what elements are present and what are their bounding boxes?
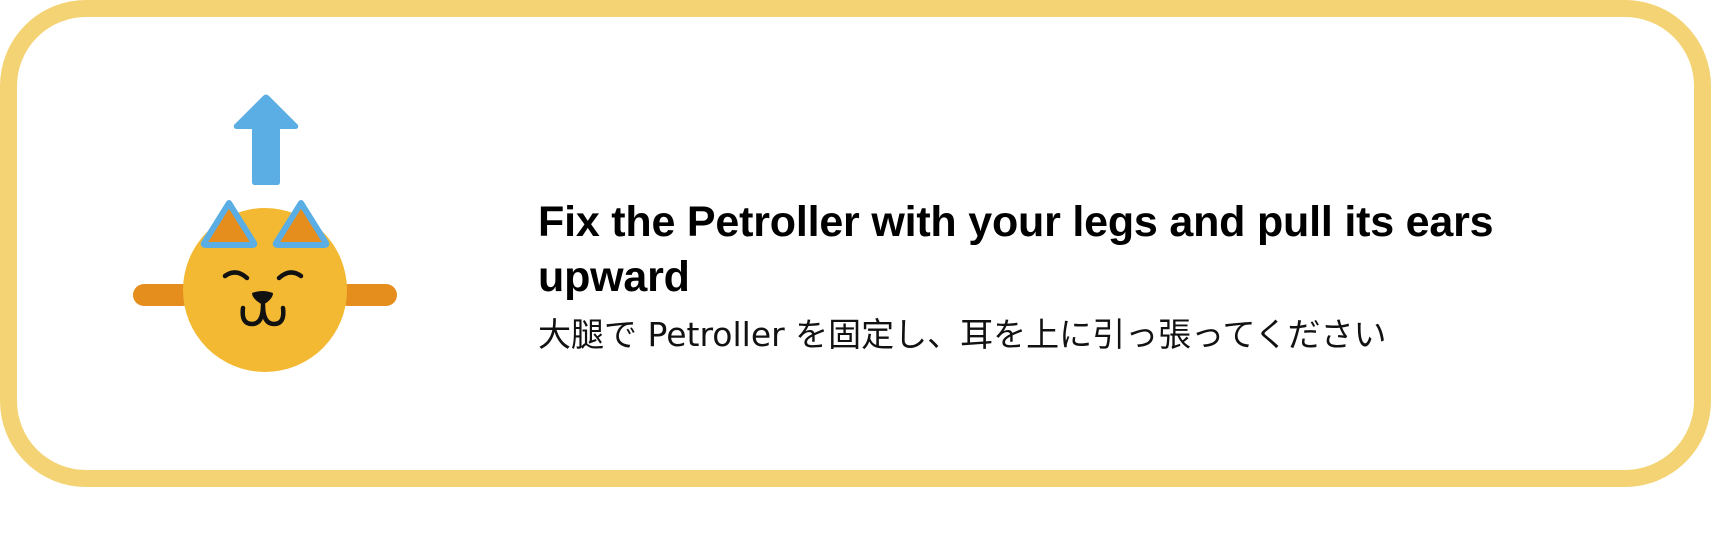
petroller-illustration (127, 92, 407, 392)
instruction-subtitle-ja: 大腿で Petroller を固定し、耳を上に引っ張ってください (538, 315, 1387, 354)
instruction-card: Fix the Petroller with your legs and pul… (0, 0, 1711, 487)
instruction-text: Fix the Petroller with your legs and pul… (538, 195, 1558, 357)
cat-face-icon (133, 200, 397, 372)
arrow-up-icon (233, 94, 299, 185)
instruction-title: Fix the Petroller with your legs and pul… (538, 198, 1494, 301)
